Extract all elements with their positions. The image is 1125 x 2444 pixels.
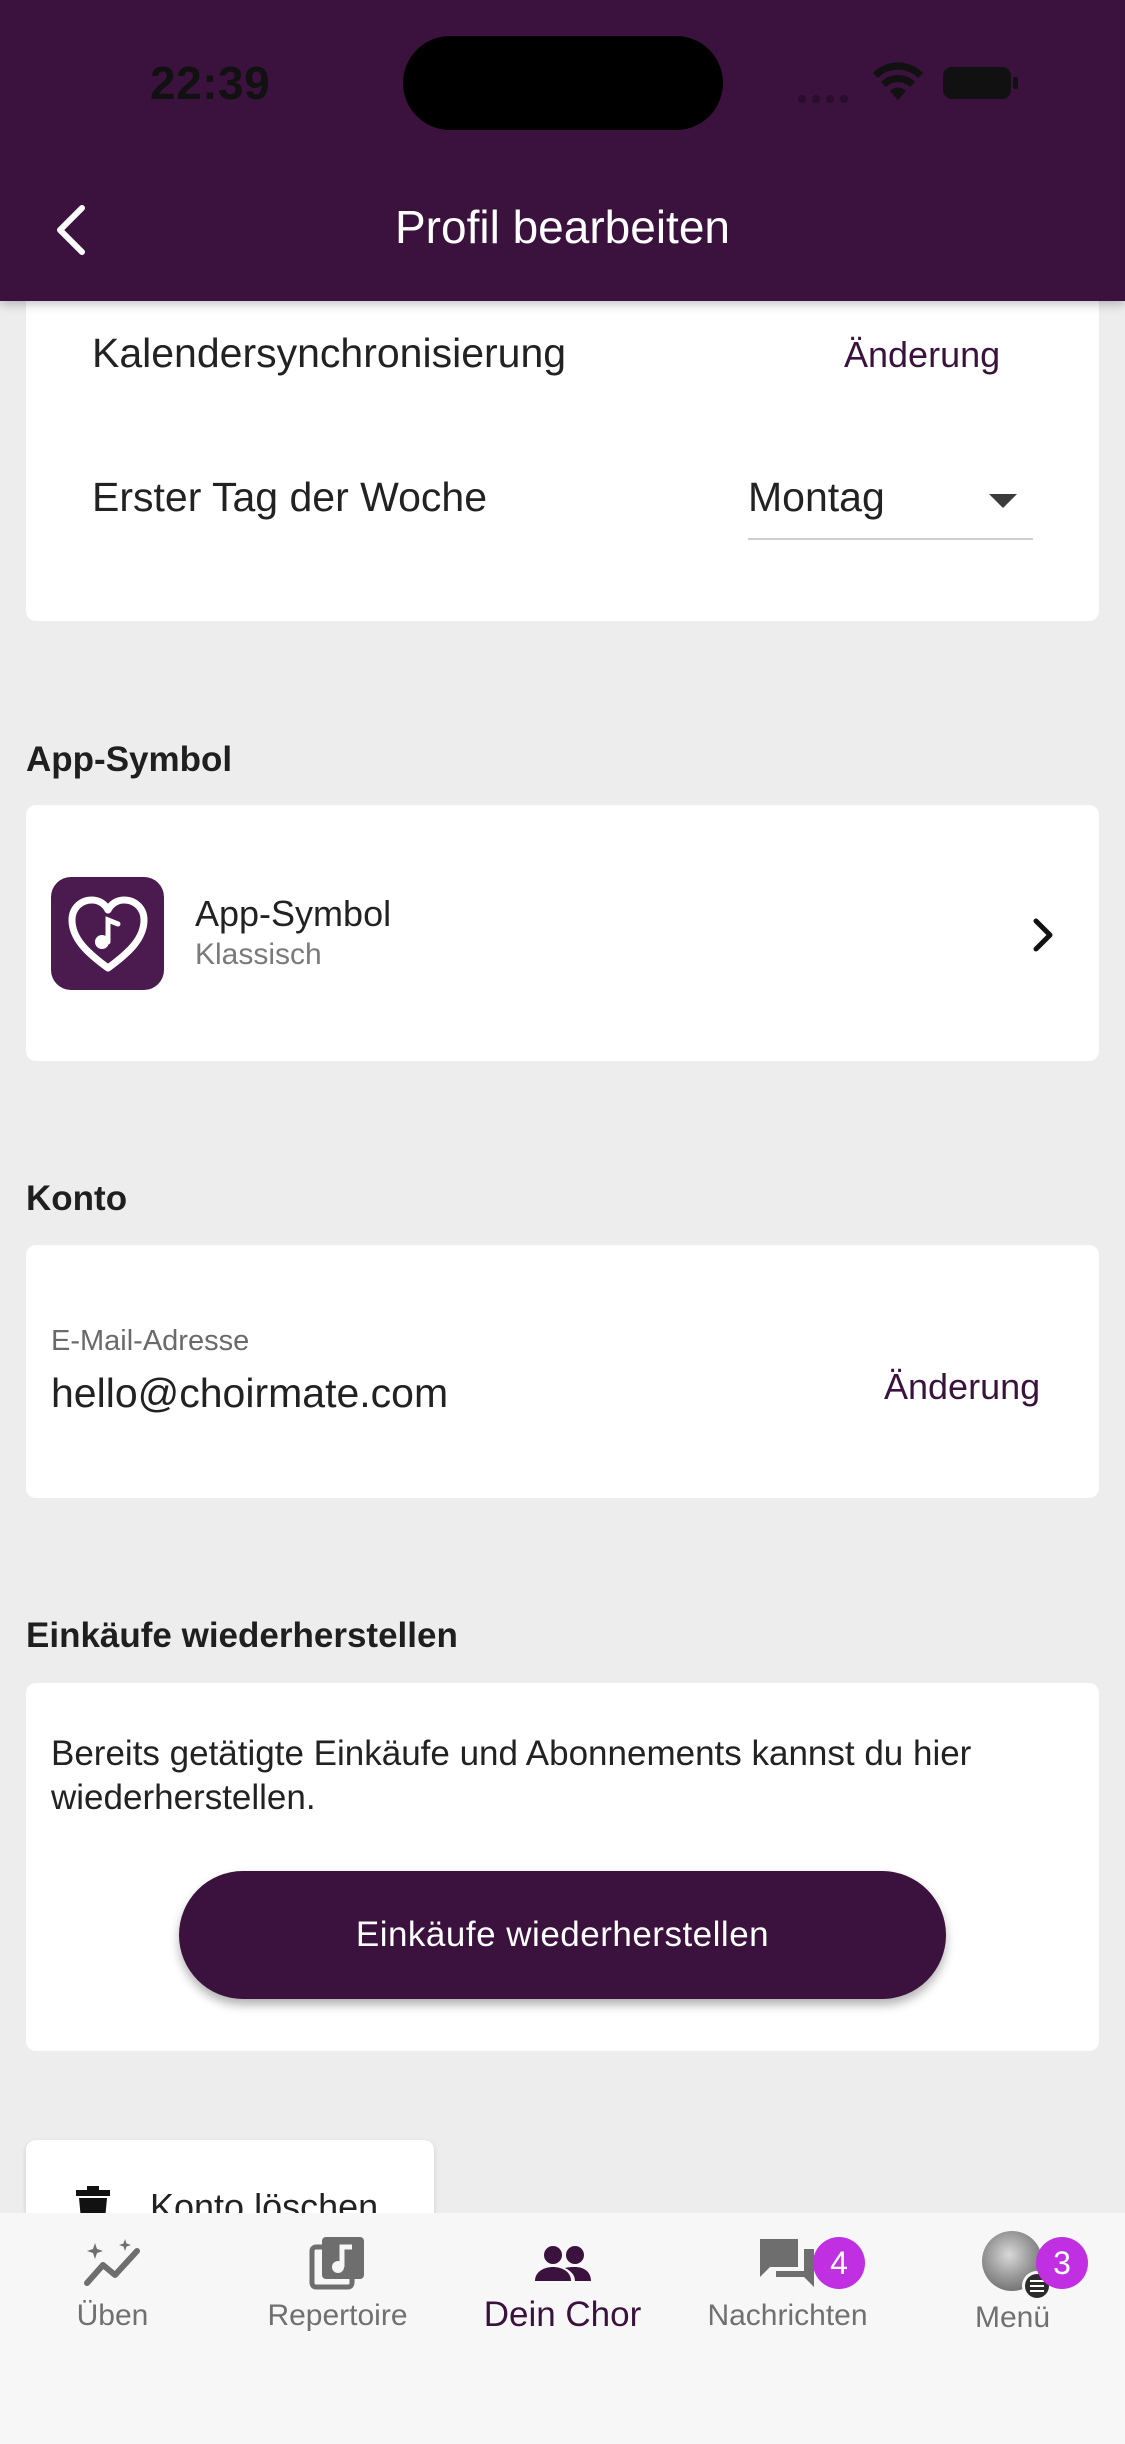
first-day-label: Erster Tag der Woche (92, 474, 488, 520)
nav-label-your-choir: Dein Chor (483, 2295, 642, 2334)
calendar-sync-label: Kalendersynchronisierung (92, 330, 567, 376)
messages-badge: 4 (813, 2237, 865, 2289)
status-time: 22:39 (150, 57, 271, 109)
cellular-signal-icon (798, 90, 854, 103)
first-day-dropdown[interactable]: Montag (748, 466, 1033, 540)
bottom-navigation: Üben Repertoire Dein Chor 4 Nachrichten … (0, 2213, 1125, 2444)
nav-item-messages[interactable]: 4 Nachrichten (675, 2213, 900, 2444)
email-change-button[interactable]: Änderung (884, 1366, 1040, 1408)
app-symbol-card[interactable] (26, 805, 1099, 1061)
app-icon-preview (51, 877, 164, 990)
calendar-sync-change-button[interactable]: Änderung (844, 334, 1000, 376)
chevron-right-icon (1033, 918, 1053, 952)
heart-note-icon (68, 896, 147, 971)
nav-label-messages: Nachrichten (707, 2299, 868, 2332)
nav-label-menu: Menü (974, 2301, 1051, 2334)
battery-icon (943, 67, 1018, 99)
account-section-title: Konto (26, 1179, 128, 1218)
dropdown-arrow-icon (989, 494, 1017, 508)
nav-item-repertoire[interactable]: Repertoire (225, 2213, 450, 2444)
wifi-icon (873, 62, 923, 100)
restore-purchases-button[interactable]: Einkäufe wiederherstellen (179, 1871, 946, 1999)
nav-item-your-choir[interactable]: Dein Chor (450, 2213, 675, 2444)
nav-item-practice[interactable]: Üben (0, 2213, 225, 2444)
restore-description: Bereits getätigte Einkäufe und Abonnemen… (51, 1734, 972, 1817)
dynamic-island (403, 36, 723, 130)
email-label: E-Mail-Adresse (51, 1325, 250, 1357)
app-symbol-title: App-Symbol (195, 893, 392, 934)
app-header: 22:39 Profil bearbeiten (0, 0, 1125, 301)
nav-label-practice: Üben (76, 2299, 149, 2332)
nav-label-repertoire: Repertoire (267, 2299, 408, 2332)
first-day-value: Montag (748, 474, 885, 520)
group-icon (534, 2246, 591, 2281)
nav-item-menu[interactable]: 3 Menü (900, 2213, 1125, 2444)
restore-section-title: Einkäufe wiederherstellen (26, 1616, 458, 1655)
sparkle-chart-icon (83, 2239, 140, 2286)
page-title: Profil bearbeiten (395, 201, 730, 253)
menu-badge: 3 (1036, 2237, 1088, 2289)
app-symbol-subtitle: Klassisch (195, 938, 322, 971)
app-symbol-section-title: App-Symbol (26, 740, 233, 779)
music-library-icon (309, 2237, 364, 2290)
email-value: hello@choirmate.com (51, 1370, 449, 1416)
chat-icon (759, 2239, 814, 2287)
